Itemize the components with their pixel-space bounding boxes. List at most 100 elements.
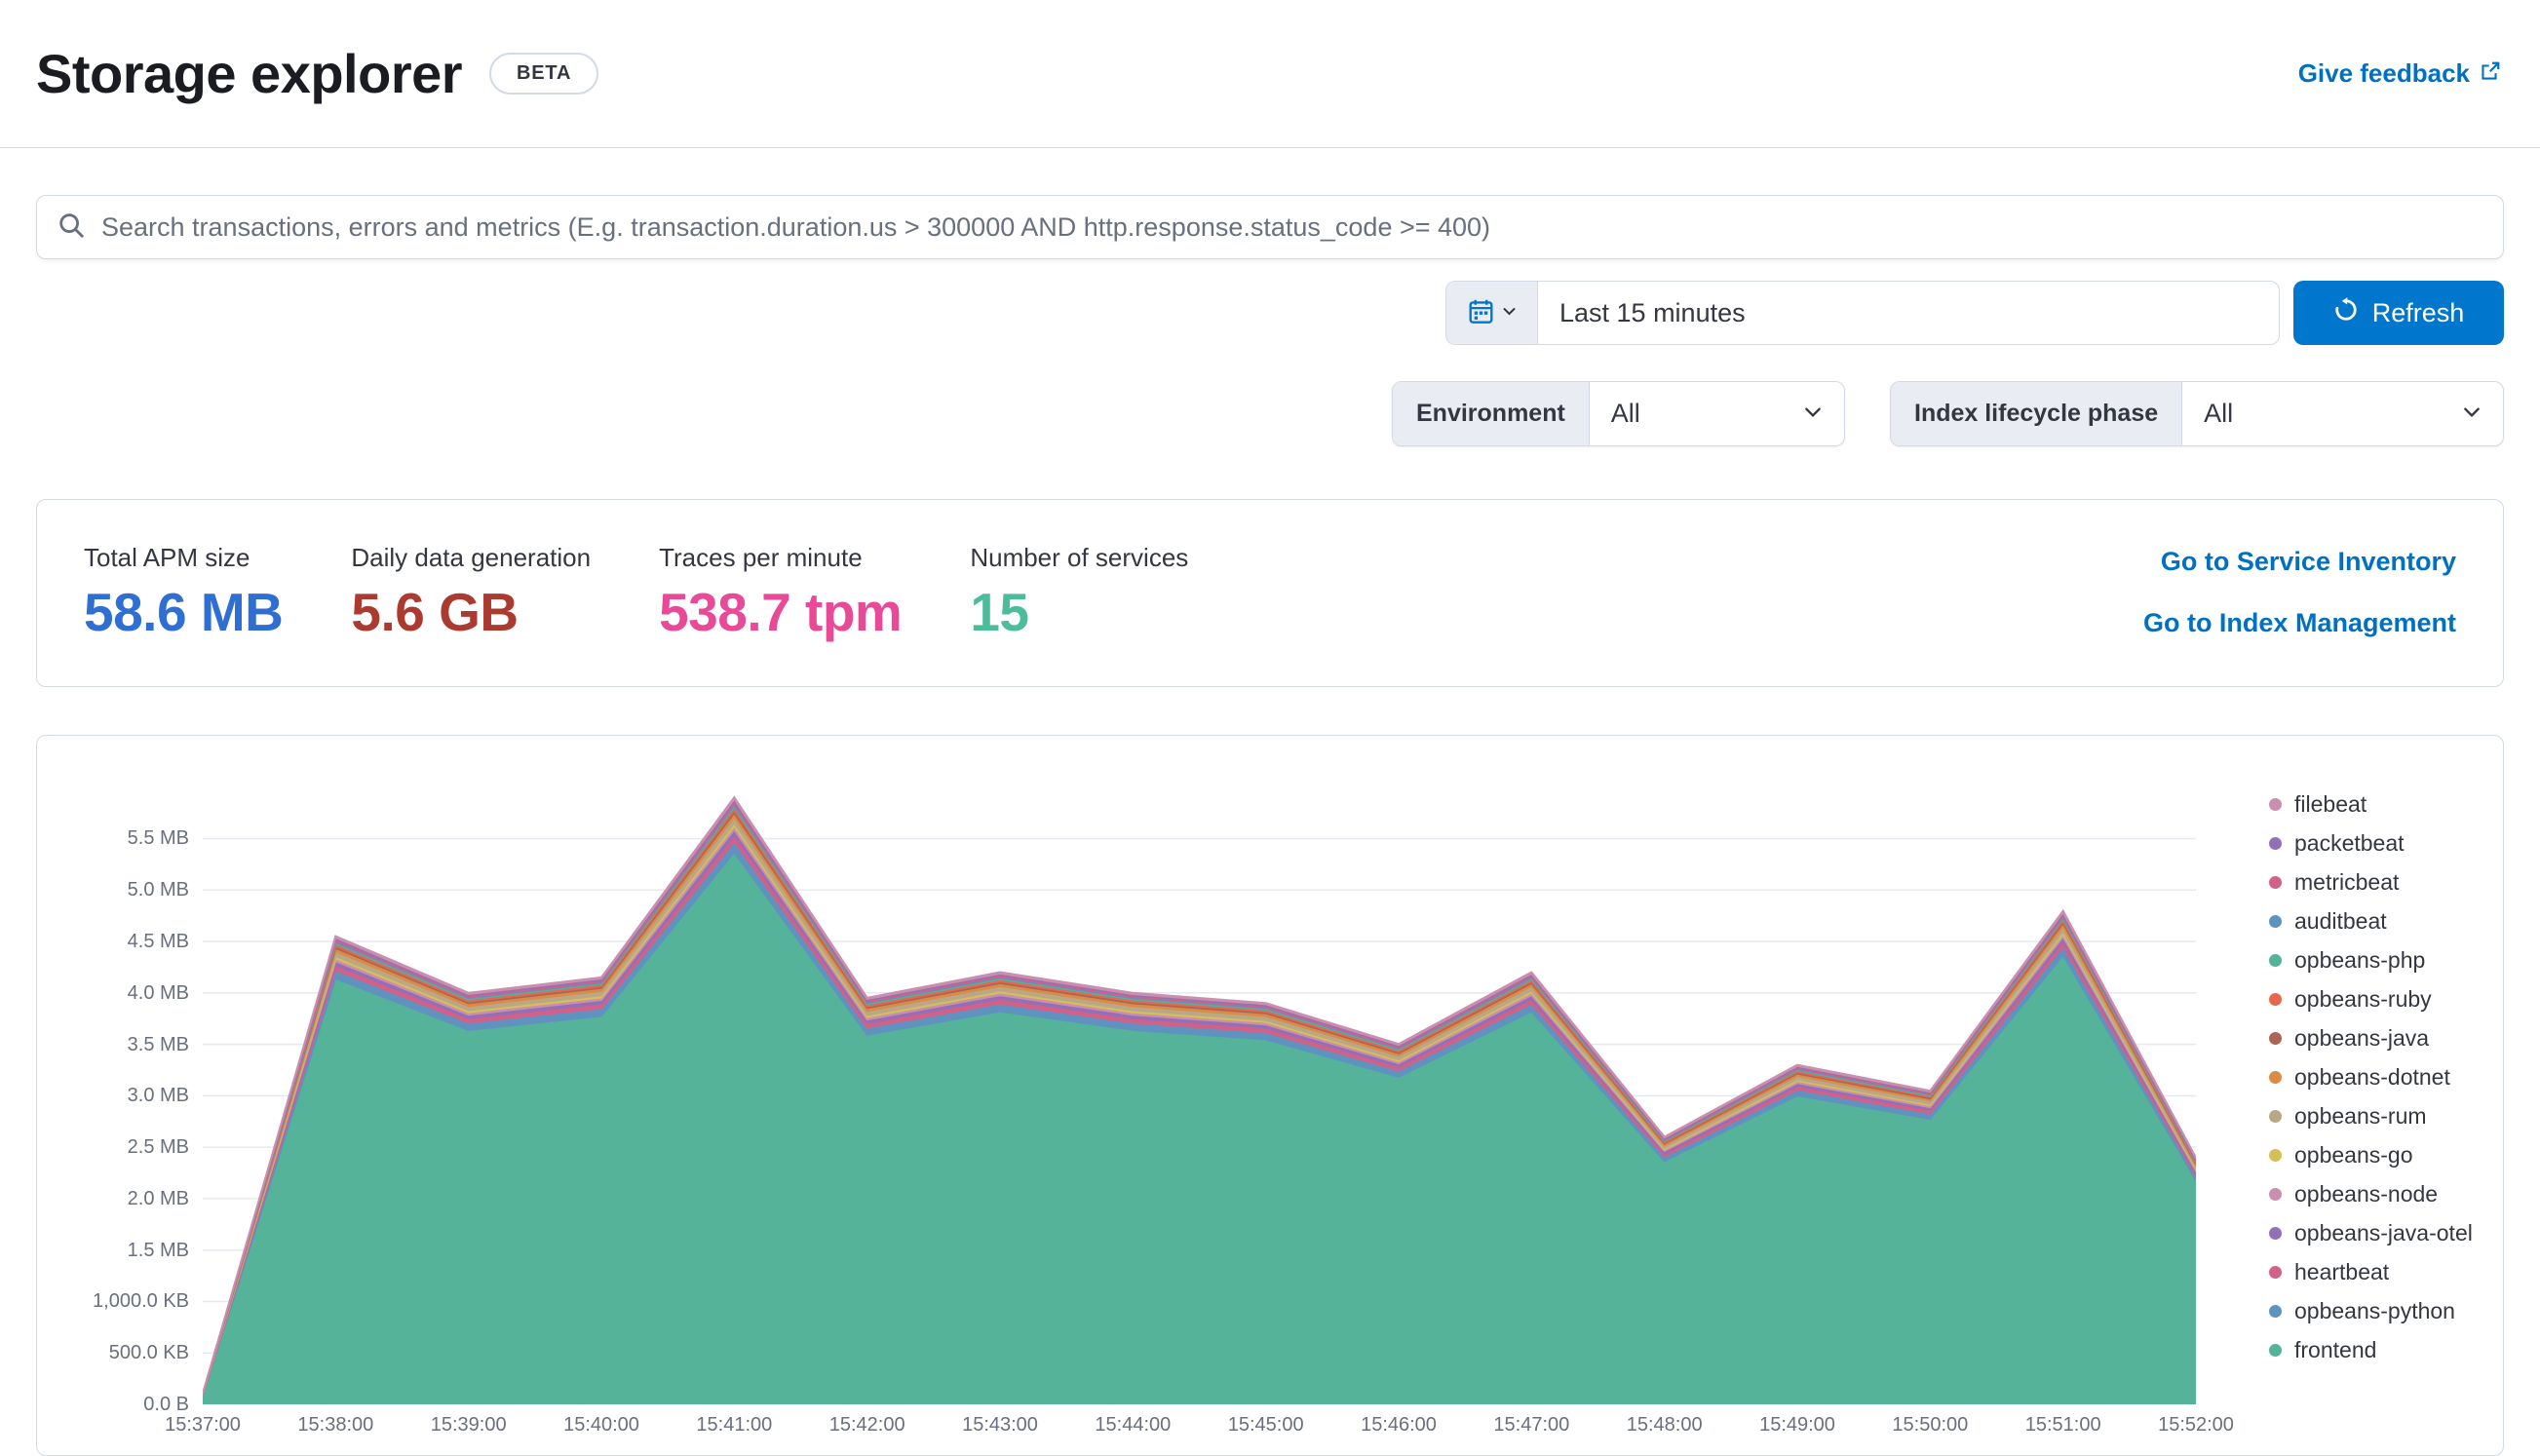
y-axis-label: 4.0 MB [127,981,189,1004]
legend-item-opbeans-java-otel[interactable]: opbeans-java-otel [2269,1221,2473,1245]
index-lifecycle-phase-select[interactable]: All [2182,382,2503,445]
give-feedback-label: Give feedback [2297,58,2470,88]
x-axis-label: 15:42:00 [828,1414,905,1436]
legend-item-opbeans-ruby[interactable]: opbeans-ruby [2269,987,2473,1011]
chevron-down-icon [1803,399,1823,429]
stat-value: 58.6 MB [84,582,284,642]
stat-value: 538.7 tpm [659,582,903,642]
filter-row: Environment All Index lifecycle phase Al… [36,381,2504,446]
legend-item-heartbeat[interactable]: heartbeat [2269,1260,2473,1284]
x-axis-label: 15:44:00 [1095,1414,1172,1436]
x-axis-label: 15:40:00 [563,1414,639,1436]
environment-select[interactable]: All [1590,382,1844,445]
search-input[interactable] [101,211,2483,243]
legend-dot [2269,1148,2282,1162]
search-bar[interactable] [36,195,2504,259]
legend-item-filebeat[interactable]: filebeat [2269,792,2473,816]
x-axis-label: 15:51:00 [2024,1414,2101,1436]
legend-label: packetbeat [2294,830,2405,856]
stat-label: Number of services [970,543,1189,572]
legend-dot [2269,1109,2282,1123]
legend-dot [2269,1226,2282,1240]
index-lifecycle-phase-filter: Index lifecycle phase All [1890,381,2504,446]
legend-label: metricbeat [2294,869,2400,895]
legend-item-frontend[interactable]: frontend [2269,1338,2473,1361]
date-range-value[interactable]: Last 15 minutes [1538,282,2279,344]
index-lifecycle-phase-label: Index lifecycle phase [1891,382,2183,445]
legend-item-opbeans-dotnet[interactable]: opbeans-dotnet [2269,1065,2473,1089]
legend-label: opbeans-node [2294,1181,2439,1207]
give-feedback-link[interactable]: Give feedback [2298,58,2501,89]
go-to-service-inventory-link[interactable]: Go to Service Inventory [2161,547,2456,577]
x-axis-label: 15:50:00 [1892,1414,1969,1436]
storage-explorer-page: Storage explorer BETA Give feedback Sear… [0,0,2540,1456]
refresh-button[interactable]: Refresh [2293,281,2504,345]
environment-label: Environment [1393,382,1590,445]
x-axis-label: 15:37:00 [165,1414,241,1436]
legend-label: opbeans-go [2294,1142,2413,1168]
page-content: Last 15 minutes Refresh Environment All [0,195,2540,1456]
environment-value: All [1610,399,1640,428]
y-axis-label: 1.5 MB [127,1239,189,1261]
stat-label: Total APM size [84,543,250,572]
beta-badge: BETA [489,53,599,95]
stat-value: 5.6 GB [351,582,519,642]
external-link-icon [2480,58,2501,89]
stat-number-of-services: Number of services 15 [970,543,1188,642]
y-axis-label: 4.5 MB [127,931,189,953]
legend-dot [2269,953,2282,967]
x-axis-label: 15:45:00 [1227,1414,1304,1436]
stat-total-apm-size: Total APM size 58.6 MB [84,543,284,642]
stat-value: 15 [970,582,1029,642]
x-axis-label: 15:38:00 [297,1414,374,1436]
y-axis-label: 2.0 MB [127,1187,189,1209]
legend-dot [2269,1070,2282,1084]
legend-label: opbeans-dotnet [2294,1064,2450,1090]
legend-item-metricbeat[interactable]: metricbeat [2269,870,2473,894]
date-quick-select-button[interactable] [1446,282,1538,344]
summary-stats-panel: Total APM size 58.6 MB Daily data genera… [36,499,2504,687]
date-picker: Last 15 minutes [1445,281,2280,345]
legend-label: opbeans-java [2294,1025,2430,1051]
stat-label: Traces per minute [659,543,863,572]
legend-dot [2269,797,2282,811]
x-axis-label: 15:49:00 [1759,1414,1835,1436]
legend-item-opbeans-go[interactable]: opbeans-go [2269,1143,2473,1167]
x-axis-label: 15:46:00 [1361,1414,1437,1436]
legend-item-opbeans-rum[interactable]: opbeans-rum [2269,1104,2473,1128]
legend-item-opbeans-php[interactable]: opbeans-php [2269,948,2473,972]
stacked-area-chart[interactable] [203,774,2196,1404]
y-axis-label: 3.0 MB [127,1085,189,1107]
y-axis-label: 500.0 KB [108,1342,189,1364]
y-axis-label: 5.0 MB [127,879,189,901]
legend-dot [2269,836,2282,850]
page-header: Storage explorer BETA Give feedback [0,0,2540,148]
legend-item-opbeans-node[interactable]: opbeans-node [2269,1182,2473,1206]
area-frontend[interactable] [203,850,2196,1404]
legend-label: opbeans-java-otel [2294,1220,2473,1245]
chart-legend: filebeat packetbeat metricbeat auditbeat opb… [2269,792,2473,1377]
calendar-icon [1468,298,1494,327]
environment-filter: Environment All [1392,381,1845,446]
page-title: Storage explorer [36,43,463,104]
summary-stats: Total APM size 58.6 MB Daily data genera… [84,543,1188,642]
index-lifecycle-phase-value: All [2204,399,2234,428]
legend-dot [2269,875,2282,889]
legend-label: opbeans-php [2294,947,2426,973]
search-icon [57,211,86,245]
chevron-down-icon [2462,399,2482,429]
legend-item-packetbeat[interactable]: packetbeat [2269,831,2473,855]
chevron-down-icon [1502,304,1517,322]
legend-label: opbeans-ruby [2294,986,2432,1012]
legend-item-opbeans-python[interactable]: opbeans-python [2269,1299,2473,1322]
legend-item-opbeans-java[interactable]: opbeans-java [2269,1026,2473,1050]
refresh-label: Refresh [2371,297,2465,327]
legend-label: opbeans-rum [2294,1103,2427,1129]
x-axis-label: 15:41:00 [696,1414,773,1436]
x-axis-label: 15:52:00 [2158,1414,2234,1436]
legend-dot [2269,1265,2282,1279]
x-axis-label: 15:43:00 [962,1414,1038,1436]
go-to-index-management-link[interactable]: Go to Index Management [2143,608,2456,638]
title-row: Storage explorer BETA [36,42,599,105]
legend-item-auditbeat[interactable]: auditbeat [2269,909,2473,933]
